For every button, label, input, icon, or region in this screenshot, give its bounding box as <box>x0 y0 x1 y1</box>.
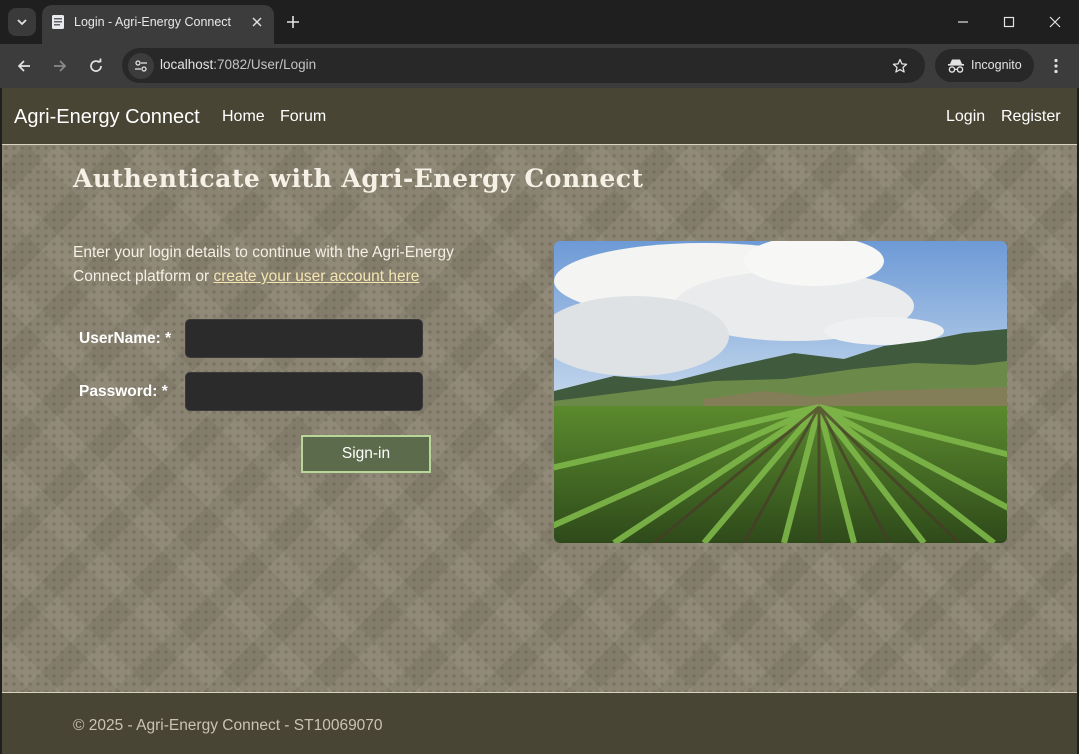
url-path: :7082/User/Login <box>213 57 317 72</box>
browser-toolbar: localhost:7082/User/Login Incognito <box>0 44 1079 88</box>
page-icon <box>52 15 64 29</box>
plus-icon <box>287 16 299 28</box>
maximize-button[interactable] <box>995 8 1023 36</box>
browser-tab[interactable]: Login - Agri-Energy Connect <box>42 5 274 44</box>
arrow-right-icon <box>54 60 67 72</box>
signin-button[interactable]: Sign-in <box>301 435 431 473</box>
username-label: UserName: * <box>79 330 172 347</box>
url-text: localhost:7082/User/Login <box>160 57 316 72</box>
brand-link[interactable]: Agri-Energy Connect <box>14 106 200 129</box>
nav-forum-link[interactable]: Forum <box>280 108 326 126</box>
close-icon <box>252 17 262 27</box>
site-footer: © 2025 - Agri-Energy Connect - ST1006907… <box>2 692 1077 754</box>
browser-menu-button[interactable] <box>1044 52 1068 80</box>
farm-field-image <box>554 241 1007 543</box>
nav-home-link[interactable]: Home <box>222 108 265 126</box>
url-host: localhost <box>160 57 214 72</box>
reload-icon <box>90 58 102 72</box>
footer-copyright: © 2025 - Agri-Energy Connect - ST1006907… <box>73 717 383 734</box>
create-account-link[interactable]: create your user account here <box>213 268 419 285</box>
close-icon <box>1049 16 1061 28</box>
new-tab-button[interactable] <box>282 11 304 33</box>
address-bar[interactable]: localhost:7082/User/Login <box>122 48 925 83</box>
site-navbar: Agri-Energy Connect Home Forum Login Reg… <box>2 88 1077 145</box>
password-label: Password: * <box>79 383 168 400</box>
tune-icon <box>135 60 147 72</box>
page-viewport: Agri-Energy Connect Home Forum Login Reg… <box>2 88 1077 754</box>
farm-field-illustration <box>554 241 1007 543</box>
back-button[interactable] <box>10 52 38 80</box>
more-vert-icon <box>1054 58 1058 74</box>
site-info-button[interactable] <box>128 53 154 79</box>
bookmark-button[interactable] <box>889 55 911 77</box>
minimize-icon <box>958 21 968 23</box>
tab-title: Login - Agri-Energy Connect <box>74 15 232 29</box>
page-title: Authenticate with Agri-Energy Connect <box>73 164 644 193</box>
nav-login-link[interactable]: Login <box>946 108 985 126</box>
forward-button[interactable] <box>46 52 74 80</box>
arrow-left-icon <box>17 60 30 72</box>
password-input[interactable] <box>185 372 423 411</box>
incognito-icon <box>948 59 964 73</box>
nav-register-link[interactable]: Register <box>1001 108 1061 126</box>
incognito-badge[interactable]: Incognito <box>935 49 1034 82</box>
close-window-button[interactable] <box>1041 8 1069 36</box>
incognito-label: Incognito <box>971 58 1022 72</box>
tab-close-button[interactable] <box>248 13 266 31</box>
browser-tabstrip: Login - Agri-Energy Connect <box>0 0 1079 44</box>
reload-button[interactable] <box>82 52 110 80</box>
maximize-icon <box>1003 16 1015 28</box>
minimize-button[interactable] <box>949 8 977 36</box>
intro-text: Enter your login details to continue wit… <box>73 241 503 289</box>
chevron-down-icon <box>17 19 27 26</box>
tab-search-button[interactable] <box>8 8 36 36</box>
star-icon <box>892 58 908 73</box>
username-input[interactable] <box>185 319 423 358</box>
